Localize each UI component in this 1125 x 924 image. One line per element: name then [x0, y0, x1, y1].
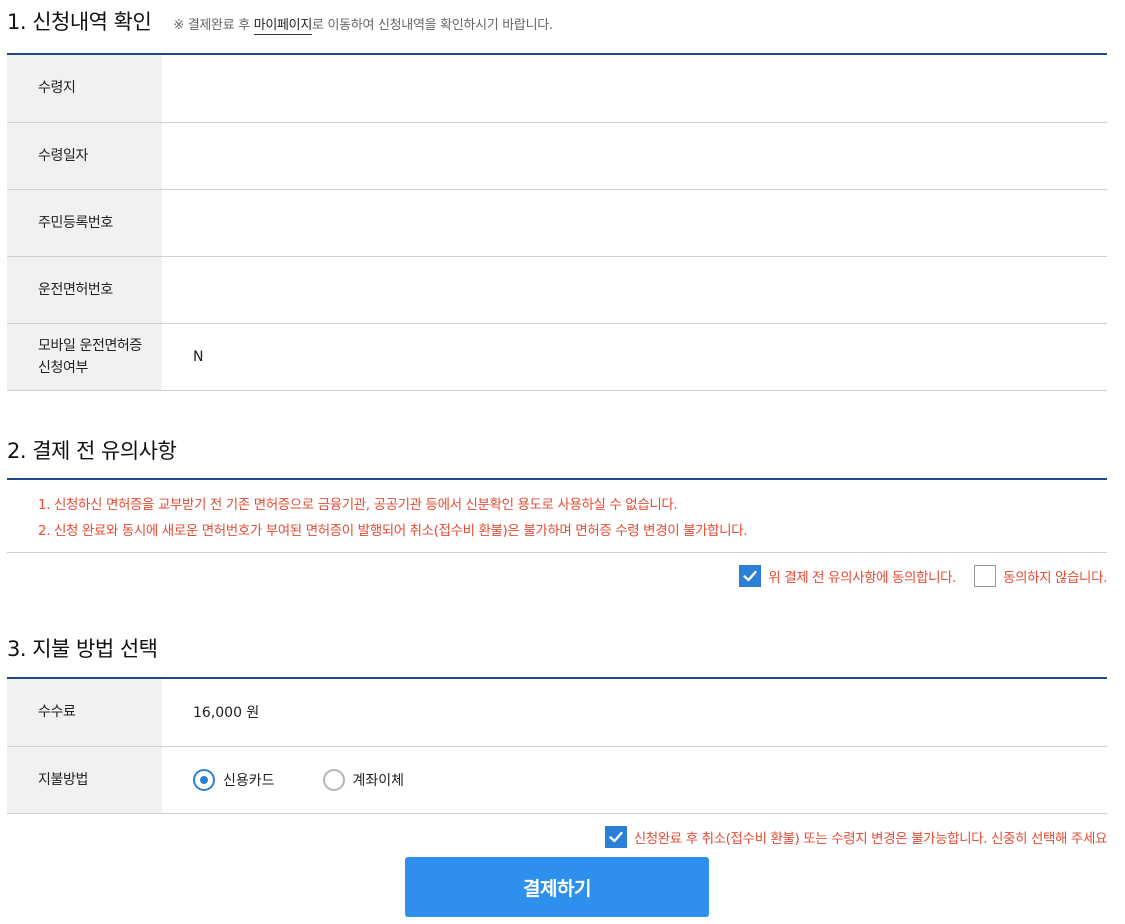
table-row: 수수료 16,000 원	[7, 679, 1107, 747]
pickup-date-value	[162, 122, 1107, 190]
mobile-license-label: 모바일 운전면허증 신청여부	[7, 323, 162, 391]
notice-divider	[7, 552, 1107, 553]
bank-transfer-radio[interactable]	[322, 768, 345, 791]
final-agree-checkbox[interactable]	[604, 826, 627, 848]
payment-radio-group: 신용카드 계좌이체	[193, 768, 1107, 791]
checkmark-icon	[609, 831, 623, 843]
pickup-location-label: 수령지	[7, 55, 162, 123]
pay-button[interactable]: 결제하기	[405, 857, 709, 917]
notice-suffix: 로 이동하여 신청내역을 확인하시기 바랍니다.	[312, 18, 553, 33]
notice-item-1: 1. 신청하신 면허증을 교부받기 전 기존 면허증으로 금융기관, 공공기관 …	[38, 497, 678, 513]
final-agreement[interactable]: 신청완료 후 취소(접수비 환불) 또는 수령지 변경은 불가능합니다. 신중히…	[604, 826, 1108, 848]
credit-card-radio[interactable]	[193, 768, 215, 791]
table-row: 운전면허번호	[7, 256, 1107, 324]
license-number-label: 운전면허번호	[7, 256, 162, 324]
agreement-options: 위 결제 전 유의사항에 동의합니다. 동의하지 않습니다.	[739, 565, 1107, 587]
notice-item-2: 2. 신청 완료와 동시에 새로운 면허번호가 부여된 면허증이 발행되어 취소…	[38, 523, 748, 539]
fee-label: 수수료	[7, 679, 162, 747]
section2-divider	[7, 478, 1107, 480]
disagree-label: 동의하지 않습니다.	[1003, 570, 1107, 586]
checkmark-icon	[743, 570, 757, 582]
table-row: 지불방법 신용카드 계좌이체	[7, 746, 1107, 814]
payment-method-table: 수수료 16,000 원 지불방법 신용카드 계좌이체	[7, 679, 1107, 814]
resident-number-label: 주민등록번호	[7, 189, 162, 257]
disagree-checkbox[interactable]	[974, 565, 997, 587]
table-row: 수령지	[7, 55, 1107, 123]
payment-method-label: 지불방법	[7, 746, 162, 814]
pickup-date-label: 수령일자	[7, 122, 162, 190]
section2-title: 2. 결제 전 유의사항	[7, 439, 177, 463]
fee-value: 16,000 원	[162, 679, 1107, 747]
mobile-license-value: N	[162, 323, 1107, 391]
disagree-option[interactable]: 동의하지 않습니다.	[974, 565, 1107, 587]
bank-transfer-label: 계좌이체	[352, 772, 405, 789]
section1-title: 1. 신청내역 확인	[7, 10, 152, 34]
mobile-license-label-line2: 신청여부	[38, 359, 88, 376]
agree-checkbox[interactable]	[739, 565, 762, 587]
mypage-link[interactable]: 마이페이지	[253, 18, 312, 35]
radio-credit-card[interactable]: 신용카드	[193, 768, 275, 791]
mobile-license-label-line1: 모바일 운전면허증	[38, 337, 142, 354]
table-row: 수령일자	[7, 122, 1107, 190]
resident-number-value	[162, 189, 1107, 257]
agree-label: 위 결제 전 유의사항에 동의합니다.	[768, 570, 957, 586]
notice-prefix: ※ 결제완료 후	[173, 18, 254, 33]
license-number-value	[162, 256, 1107, 324]
table-row: 주민등록번호	[7, 189, 1107, 257]
mypage-notice: ※ 결제완료 후 마이페이지로 이동하여 신청내역을 확인하시기 바랍니다.	[173, 14, 553, 35]
radio-dot-icon	[200, 775, 208, 784]
pickup-location-value	[162, 55, 1107, 123]
final-agree-label: 신청완료 후 취소(접수비 환불) 또는 수령지 변경은 불가능합니다. 신중히…	[633, 831, 1108, 847]
section1-header: 1. 신청내역 확인 ※ 결제완료 후 마이페이지로 이동하여 신청내역을 확인…	[7, 6, 553, 36]
payment-notices: 1. 신청하신 면허증을 교부받기 전 기존 면허증으로 금융기관, 공공기관 …	[38, 492, 748, 544]
section3-title: 3. 지불 방법 선택	[7, 637, 158, 661]
application-info-table: 수령지 수령일자 주민등록번호 운전면허번호 모바일 운전면허증 신청여부 N	[7, 55, 1107, 391]
payment-method-options: 신용카드 계좌이체	[162, 746, 1107, 814]
table-row: 모바일 운전면허증 신청여부 N	[7, 323, 1107, 391]
credit-card-label: 신용카드	[223, 772, 275, 789]
radio-bank-transfer[interactable]: 계좌이체	[322, 768, 405, 791]
agree-option[interactable]: 위 결제 전 유의사항에 동의합니다.	[739, 565, 956, 587]
